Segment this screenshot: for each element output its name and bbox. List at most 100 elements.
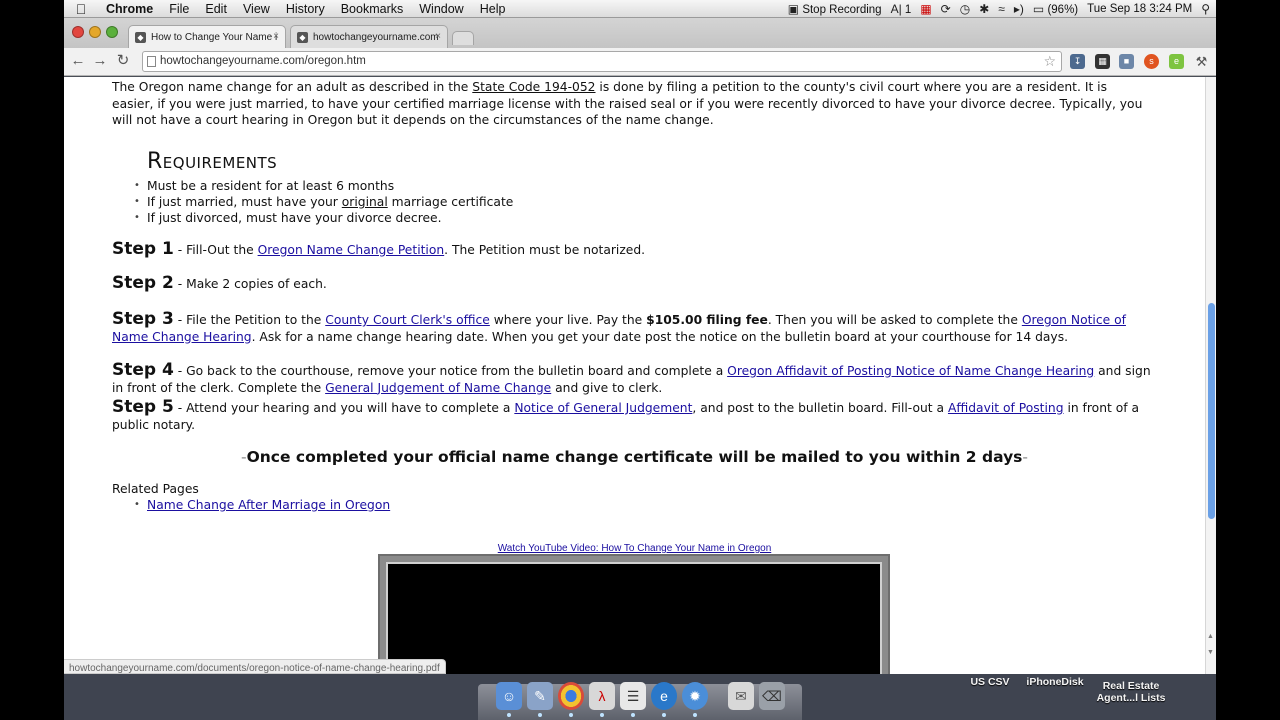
reload-icon[interactable]: ↻ [114, 52, 132, 70]
minimize-window-button[interactable] [89, 26, 101, 38]
list-item: Must be a resident for at least 6 months [134, 178, 513, 194]
scroll-up-arrow-icon[interactable]: ▲ [1207, 633, 1214, 640]
notice-of-general-judgement-link[interactable]: Notice of General Judgement [514, 401, 692, 415]
desktop-item-real-estate[interactable]: Real Estate Agent...l Lists [1092, 680, 1170, 704]
status-number: 1 [904, 4, 912, 16]
oregon-name-change-petition-link[interactable]: Oregon Name Change Petition [258, 243, 445, 257]
battery-item[interactable]: ▭ (96%) [1033, 2, 1078, 16]
step-text: - File the Petition to the [173, 313, 326, 327]
menu-bar:  Chrome File Edit View History Bookmark… [64, 0, 1216, 18]
spotlight-search-icon[interactable]: ⚲ [1201, 2, 1210, 16]
desktop-item-us-csv[interactable]: US CSV [962, 676, 1018, 688]
close-tab-icon[interactable]: × [273, 31, 279, 42]
acrobat-icon[interactable]: λ [589, 682, 615, 710]
font-status-item[interactable]: A| 1 [891, 2, 912, 16]
back-arrow-icon[interactable]: ← [69, 52, 87, 70]
safari-icon[interactable]: ✹ [682, 682, 708, 710]
wifi-icon[interactable]: ≈ [998, 2, 1005, 16]
menu-bookmarks[interactable]: Bookmarks [333, 0, 412, 18]
running-indicator [693, 713, 697, 717]
preview-icon[interactable]: ✎ [527, 682, 553, 710]
close-window-button[interactable] [72, 26, 84, 38]
menu-view[interactable]: View [235, 0, 278, 18]
menu-history[interactable]: History [278, 0, 333, 18]
step-text: - Make 2 copies of each. [173, 277, 327, 291]
intro-paragraph: The Oregon name change for an adult as d… [112, 79, 1152, 129]
bluetooth-icon[interactable]: ✱ [979, 2, 989, 16]
vertical-scrollbar[interactable]: ▲ ▼ [1205, 77, 1216, 674]
state-code-link[interactable]: State Code 194-052 [472, 80, 595, 94]
oregon-affidavit-of-posting-link[interactable]: Oregon Affidavit of Posting Notice of Na… [727, 364, 1094, 378]
clock[interactable]: Tue Sep 18 3:24 PM [1087, 3, 1192, 15]
finder-icon[interactable]: ☺ [496, 682, 522, 710]
tab-inactive[interactable]: ◆ howtochangeyourname.com × [290, 25, 448, 49]
completion-text: Once completed your official name change… [246, 448, 1023, 466]
menu-file[interactable]: File [161, 0, 197, 18]
affidavit-of-posting-link[interactable]: Affidavit of Posting [948, 401, 1064, 415]
time-machine-icon[interactable]: ◷ [960, 2, 970, 16]
adobe-icon[interactable]: ▦ [920, 2, 931, 16]
mail-icon[interactable]: ✉ [728, 682, 754, 710]
extension-stumbleupon-icon[interactable]: s [1144, 54, 1159, 69]
step-label: Step 5 [112, 397, 174, 417]
step-text: and give to clerk. [551, 380, 663, 395]
scroll-down-arrow-icon[interactable]: ▼ [1207, 649, 1214, 656]
video-screen[interactable] [386, 562, 882, 674]
status-bubble-url: howtochangeyourname.com/documents/oregon… [64, 659, 446, 674]
close-tab-icon[interactable]: × [435, 31, 441, 42]
step-label: Step 2 [112, 273, 174, 293]
new-tab-button[interactable] [452, 31, 474, 45]
dock: ☺ ✎ λ ☰ e ✹ ✉ ⌫ US CSV iPhoneDisk Real E… [64, 674, 1216, 720]
requirement-text: marriage certificate [387, 195, 514, 209]
scrollbar-thumb[interactable] [1208, 303, 1215, 519]
stop-recording-item[interactable]: ▣ Stop Recording [788, 2, 882, 16]
video-player[interactable] [378, 554, 890, 674]
completion-notice: -Once completed your official name chang… [64, 449, 1205, 466]
tab-active[interactable]: ◆ How to Change Your Name i × [128, 25, 286, 49]
running-indicator [600, 713, 604, 717]
menu-edit[interactable]: Edit [197, 0, 235, 18]
desktop-item-iphonedisk[interactable]: iPhoneDisk [1022, 676, 1088, 688]
step-text: . The Petition must be notarized. [444, 243, 646, 257]
menu-app-chrome[interactable]: Chrome [98, 0, 161, 18]
web-page: The Oregon name change for an adult as d… [64, 77, 1205, 674]
sync-icon[interactable]: ⟳ [941, 2, 951, 16]
requirements-heading: Requirements [147, 149, 278, 174]
forward-arrow-icon[interactable]: → [91, 52, 109, 70]
step-text: - Go back to the courthouse, remove your… [173, 364, 728, 378]
step-text: - Attend your hearing and you will have … [173, 401, 515, 415]
county-court-clerk-link[interactable]: County Court Clerk's office [325, 313, 490, 327]
wrench-menu-icon[interactable]: ⚒ [1194, 54, 1209, 69]
address-bar[interactable]: howtochangeyourname.com/oregon.htm ☆ [142, 51, 1062, 72]
page-icon [147, 56, 156, 67]
menu-help[interactable]: Help [472, 0, 514, 18]
step-5: Step 5 - Attend your hearing and you wil… [112, 399, 1152, 433]
related-pages-heading: Related Pages [112, 482, 199, 496]
requirement-text: Must be a resident for at least 6 months [147, 179, 395, 193]
menu-window[interactable]: Window [411, 0, 471, 18]
name-change-after-marriage-link[interactable]: Name Change After Marriage in Oregon [147, 498, 390, 512]
apple-icon[interactable]:  [64, 1, 98, 17]
extension-evernote-icon[interactable]: e [1169, 54, 1184, 69]
volume-icon[interactable]: ▸) [1014, 2, 1024, 16]
general-judgement-link[interactable]: General Judgement of Name Change [325, 381, 551, 395]
list-item: If just divorced, must have your divorce… [134, 210, 513, 226]
textedit-icon[interactable]: ☰ [620, 682, 646, 710]
trash-icon[interactable]: ⌫ [759, 682, 785, 710]
extension-download-icon[interactable]: ↧ [1070, 54, 1085, 69]
zoom-window-button[interactable] [106, 26, 118, 38]
filing-fee: $105.00 filing fee [646, 313, 768, 327]
bookmark-star-icon[interactable]: ☆ [1043, 53, 1056, 70]
running-indicator [507, 713, 511, 717]
list-item: Name Change After Marriage in Oregon [134, 497, 390, 514]
battery-icon: ▭ [1032, 2, 1045, 16]
youtube-video-link[interactable]: Watch YouTube Video: How To Change Your … [498, 543, 772, 554]
step-text: where your live. Pay the [489, 313, 647, 327]
chrome-icon[interactable] [558, 682, 584, 710]
address-url: howtochangeyourname.com/oregon.htm [160, 55, 366, 67]
running-indicator [569, 713, 573, 717]
extension-delicious-icon[interactable]: ■ [1119, 54, 1134, 69]
extension-grid-icon[interactable]: ▦ [1095, 54, 1110, 69]
internet-explorer-icon[interactable]: e [651, 682, 677, 710]
font-icon: A| [890, 2, 902, 16]
